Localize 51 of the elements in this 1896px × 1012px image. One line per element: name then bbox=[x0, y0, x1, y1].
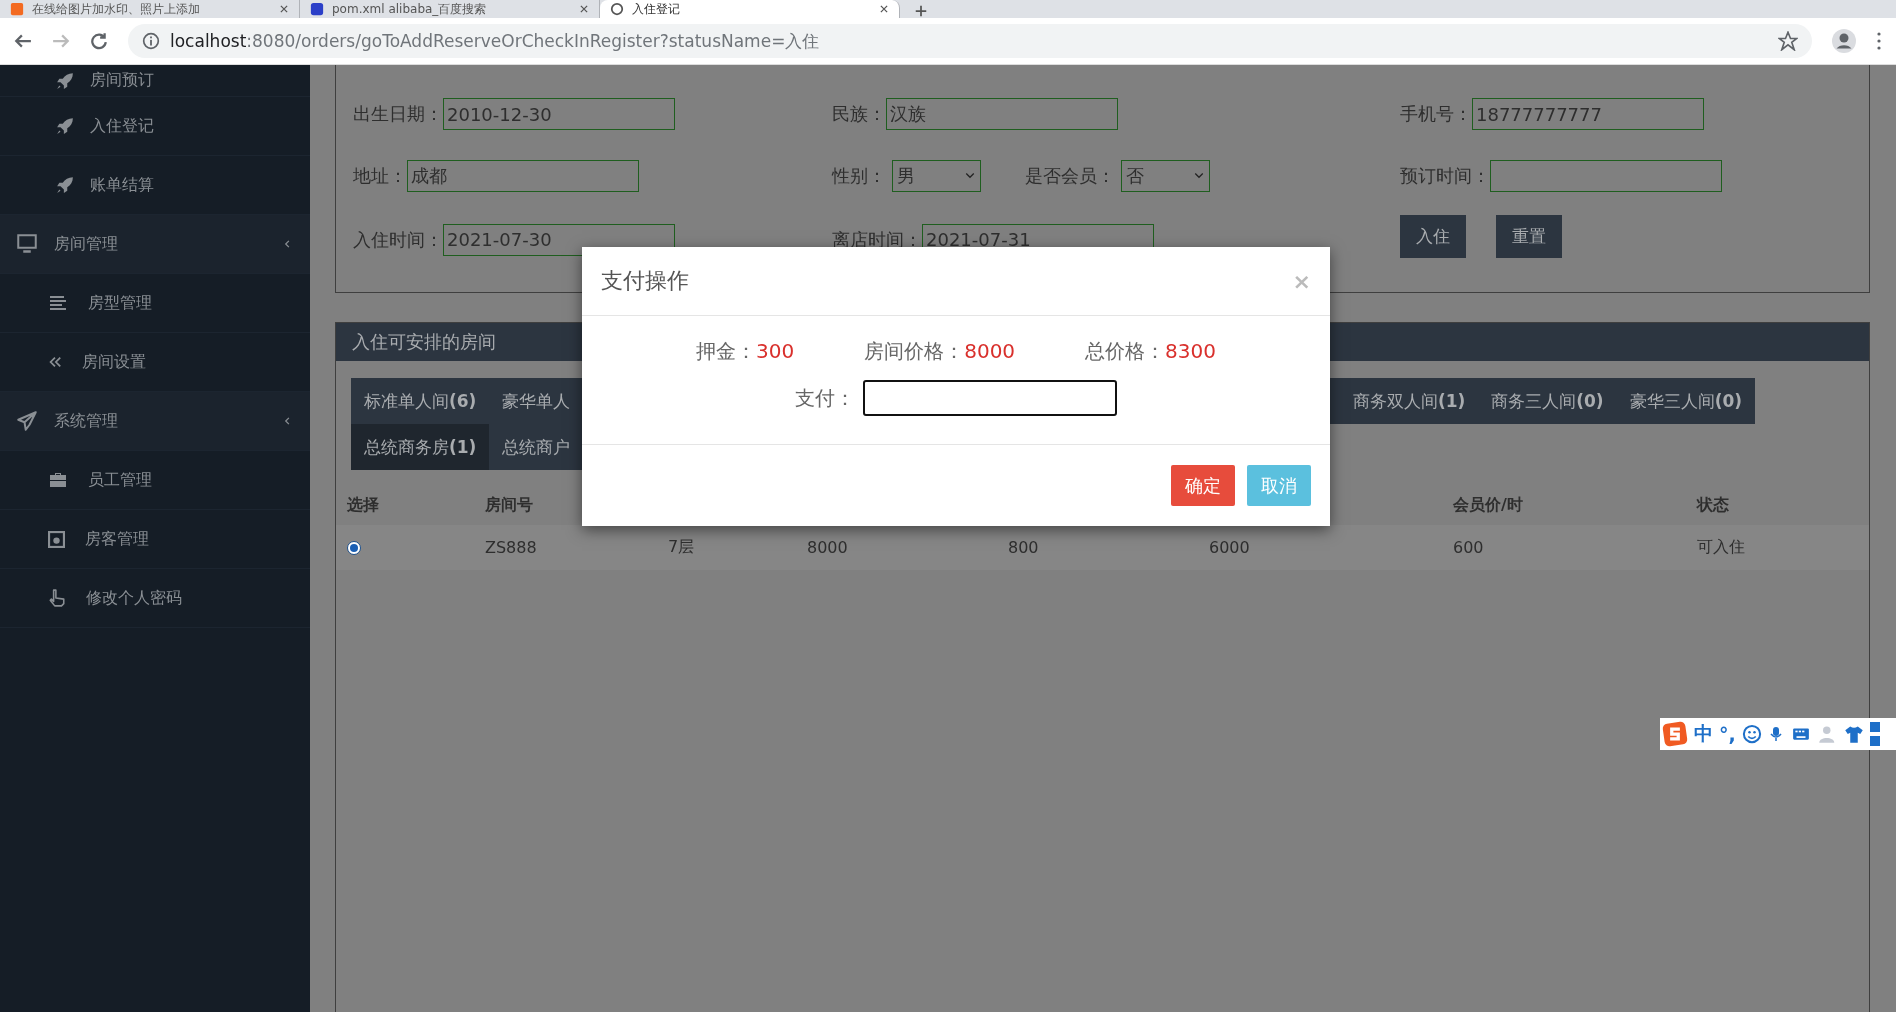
sidebar-item[interactable]: 房型管理 bbox=[0, 274, 310, 333]
table-cell: 7层 bbox=[668, 537, 695, 558]
ime-label[interactable]: °, bbox=[1719, 723, 1736, 745]
table-cell: ZS888 bbox=[485, 538, 537, 557]
sidebar-item[interactable]: 修改个人密码 bbox=[0, 569, 310, 628]
form-button[interactable]: 重置 bbox=[1496, 215, 1562, 258]
column-header: 会员价/时 bbox=[1453, 493, 1524, 516]
table-cell: 6000 bbox=[1209, 538, 1250, 557]
field-label: 入住时间： bbox=[353, 227, 443, 252]
text-field[interactable]: 18777777777 bbox=[1472, 98, 1704, 130]
sidebar-group[interactable]: 系统管理 bbox=[0, 392, 310, 451]
room-type-tab[interactable]: 总统商务房(1) bbox=[351, 424, 490, 470]
field-label: 民族： bbox=[832, 102, 886, 126]
table-row[interactable]: ZS888 7层 8000 800 6000 600 可入住 bbox=[336, 525, 1869, 570]
text-field[interactable]: 2021-07-30 bbox=[443, 223, 675, 256]
sidebar-item[interactable]: 房间预订 bbox=[0, 65, 310, 97]
field-label: 手机号： bbox=[1400, 102, 1472, 126]
price-summary: 押金：300 bbox=[696, 337, 795, 365]
confirm-button[interactable]: 确定 bbox=[1171, 465, 1235, 506]
address-bar[interactable]: localhost:8080/orders/goToAddReserveOrCheckInRegister?statusName=入住 bbox=[128, 24, 1812, 58]
table-cell: 600 bbox=[1453, 538, 1484, 557]
field-label: 预订时间： bbox=[1400, 164, 1490, 188]
field-label: 支付： bbox=[795, 384, 855, 412]
column-header: 选择 bbox=[347, 493, 380, 516]
field-label: 地址： bbox=[353, 164, 407, 188]
browser-tab[interactable]: 入住登记 bbox=[600, 0, 900, 18]
ime-label[interactable]: 中 bbox=[1694, 721, 1713, 747]
dialog-title: 支付操作 bbox=[601, 267, 690, 295]
sidebar-item[interactable]: 员工管理 bbox=[0, 451, 310, 510]
form-button[interactable]: 入住 bbox=[1400, 215, 1466, 258]
table-cell: 800 bbox=[1008, 538, 1039, 557]
text-field[interactable]: 汉族 bbox=[886, 98, 1118, 130]
sidebar-item[interactable]: 入住登记 bbox=[0, 97, 310, 156]
url-path: :8080/orders/goToAddReserveOrCheckInRegister?statusName=入住 bbox=[246, 29, 820, 53]
url-host: localhost bbox=[170, 31, 247, 51]
dropdown[interactable]: 男 bbox=[892, 160, 981, 192]
dropdown[interactable]: 否 bbox=[1121, 160, 1210, 192]
sidebar-item[interactable]: 房客管理 bbox=[0, 510, 310, 569]
price-summary: 总价格：8300 bbox=[1085, 337, 1216, 365]
field-label: 性别： bbox=[832, 164, 886, 188]
panel-title: 入住可安排的房间 bbox=[352, 330, 496, 354]
table-cell: 可入住 bbox=[1697, 537, 1745, 558]
field-label: 出生日期： bbox=[353, 102, 443, 126]
table-cell: 8000 bbox=[807, 538, 848, 557]
text-field[interactable]: 成都 bbox=[407, 160, 639, 192]
column-header: 状态 bbox=[1697, 493, 1730, 516]
field-label: 是否会员： bbox=[1025, 164, 1115, 188]
sidebar-group[interactable]: 房间管理 bbox=[0, 215, 310, 274]
column-header: 房间号 bbox=[485, 493, 534, 516]
text-field[interactable]: 2010-12-30 bbox=[443, 98, 675, 130]
price-summary: 房间价格：8000 bbox=[864, 337, 1016, 365]
